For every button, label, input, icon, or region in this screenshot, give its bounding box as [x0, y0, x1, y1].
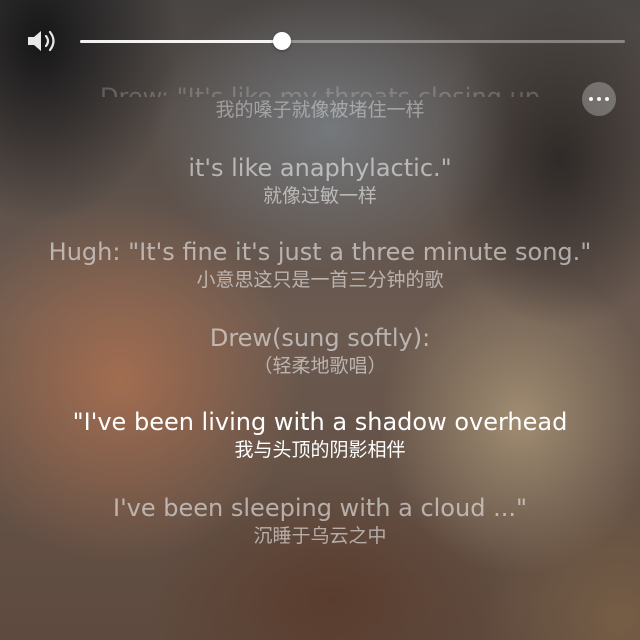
lyric-english: Hugh: "It's fine it's just a three minut…	[48, 238, 592, 266]
lyric-line-3[interactable]: Drew(sung softly): （轻柔地歌唱）	[40, 323, 600, 379]
lyric-line-1[interactable]: it's like anaphylactic." 就像过敏一样	[40, 153, 600, 209]
volume-slider-thumb[interactable]	[272, 32, 291, 50]
lyric-english: Drew: "It's like my throats closing up	[100, 83, 540, 97]
lyric-english: it's like anaphylactic."	[188, 154, 452, 182]
lyric-chinese: 小意思这只是一首三分钟的歌	[196, 269, 444, 291]
lyric-line-4-current[interactable]: "I've been living with a shadow overhead…	[40, 407, 600, 463]
lyric-chinese: 我的嗓子就像被堵住一样	[215, 99, 425, 121]
volume-bar	[0, 0, 640, 80]
lyric-chinese: 沉睡于乌云之中	[253, 525, 387, 547]
lyric-chinese: 我与头顶的阴影相伴	[234, 439, 406, 461]
lyrics-list: Drew: "It's like my throats closing up 我…	[40, 80, 600, 571]
lyric-english: I've been sleeping with a cloud ..."	[113, 494, 527, 522]
volume-slider-fill	[80, 40, 282, 43]
lyric-chinese: （轻柔地歌唱）	[253, 355, 387, 377]
speaker-volume-icon[interactable]	[26, 28, 60, 54]
more-dot	[605, 97, 609, 101]
lyric-line-5[interactable]: I've been sleeping with a cloud ..." 沉睡于…	[40, 493, 600, 549]
lyric-line-2[interactable]: Hugh: "It's fine it's just a three minut…	[40, 237, 600, 293]
lyric-english: Drew(sung softly):	[209, 324, 431, 352]
lyric-chinese: 就像过敏一样	[262, 185, 377, 207]
lyric-line-0[interactable]: Drew: "It's like my throats closing up 我…	[40, 79, 600, 123]
lyric-english: "I've been living with a shadow overhead	[72, 408, 568, 436]
volume-slider[interactable]	[80, 32, 625, 50]
